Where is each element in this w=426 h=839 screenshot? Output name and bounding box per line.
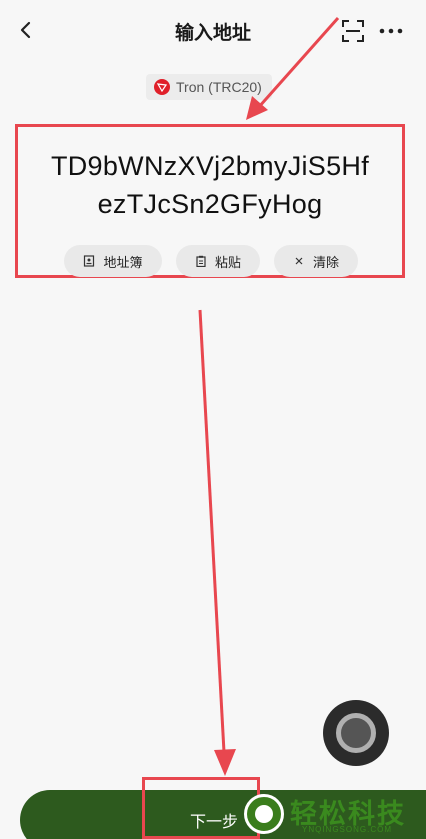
clear-label: 清除 [312, 254, 339, 270]
more-horizontal-icon [379, 28, 403, 34]
close-icon [295, 257, 303, 265]
network-label: Tron (TRC20) [176, 79, 262, 95]
network-chip[interactable]: Tron (TRC20) [146, 74, 272, 100]
address-line-1: TD9bWNzXVj2bmyJiS5Hf [50, 151, 370, 181]
address-line-2: ezTJcSn2GFyHog [97, 189, 323, 219]
address-input-area[interactable]: TD9bWNzXVj2bmyJiS5Hf ezTJcSn2GFyHog 地址簿 [15, 124, 405, 278]
page: 输入地址 Tron (TRC20) TD9bWNzXVj2bmyJiS5Hf e… [0, 0, 426, 839]
paste-button[interactable]: 粘贴 [176, 245, 260, 277]
address-value[interactable]: TD9bWNzXVj2bmyJiS5Hf ezTJcSn2GFyHog [18, 147, 402, 223]
tron-logo-icon [154, 79, 170, 95]
watermark-domain: YNQINGSONG.COM [302, 825, 393, 834]
address-book-button[interactable]: 地址簿 [64, 245, 162, 277]
watermark-logo-icon [244, 794, 284, 834]
address-actions: 地址簿 粘贴 清除 [64, 245, 358, 277]
scan-icon [342, 20, 364, 42]
header-bar: 输入地址 [0, 0, 426, 62]
paste-label: 粘贴 [214, 254, 241, 270]
address-book-label: 地址簿 [103, 254, 143, 270]
watermark: 轻松科技 YNQINGSONG.COM [238, 788, 426, 839]
clipboard-icon [196, 255, 206, 267]
assistive-touch-icon [336, 713, 376, 753]
arrow-to-next [198, 309, 226, 753]
clear-button[interactable]: 清除 [274, 245, 358, 277]
assistive-touch-button[interactable] [323, 700, 389, 766]
arrow-head-next [214, 749, 236, 776]
scan-button[interactable] [340, 18, 366, 44]
more-button[interactable] [376, 18, 406, 44]
address-book-icon [84, 255, 95, 267]
